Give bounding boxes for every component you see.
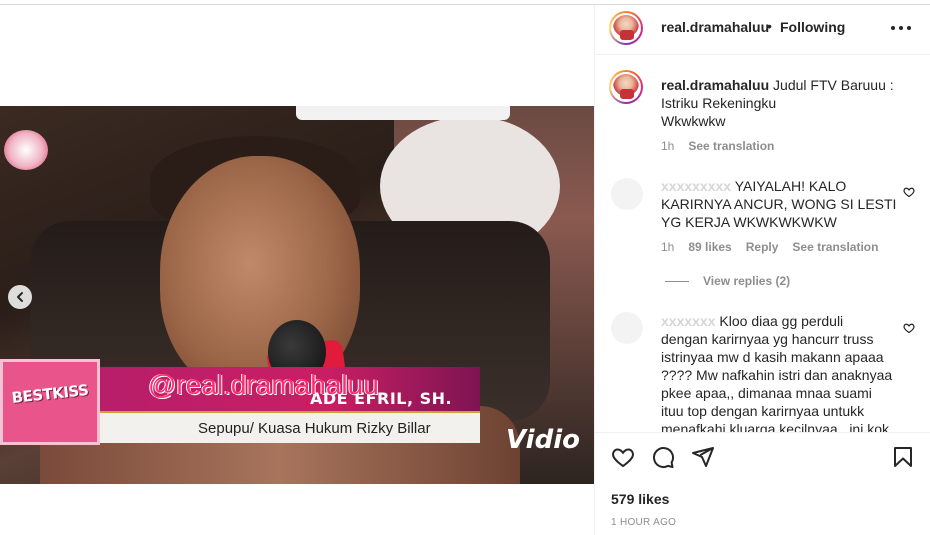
comment-text: xxxxxxx Kloo diaa gg perduli dengan kari…	[661, 312, 901, 432]
comment-avatar[interactable]	[611, 312, 643, 344]
comment-line-1: YAIYALAH! KALO	[734, 178, 847, 194]
caption-text: real.dramahaluu Judul FTV Baruuu : Istri…	[661, 76, 894, 130]
comment-meta: 1h 89 likes Reply See translation	[661, 240, 878, 254]
caption-line-3: Wkwkwkw	[661, 113, 726, 129]
video-frame[interactable]: BESTKISS ADE EFRIL, SH. Sepupu/ Kuasa Hu…	[0, 106, 594, 484]
heart-icon[interactable]	[611, 445, 635, 469]
person-title: Sepupu/ Kuasa Hukum Rizky Billar	[198, 420, 431, 437]
view-replies-button[interactable]: View replies (2)	[665, 274, 790, 288]
caption-meta: 1h See translation	[661, 139, 774, 153]
previous-button[interactable]	[8, 285, 32, 309]
comment-icon[interactable]	[651, 445, 675, 469]
chevron-left-icon	[17, 292, 23, 302]
comment-line-6: ituu top dengan karirnyaa untukk	[661, 403, 865, 419]
heart-icon[interactable]	[903, 186, 915, 198]
caption-time[interactable]: 1h	[661, 139, 674, 153]
username-link[interactable]: real.dramahaluu	[661, 19, 769, 35]
post-media: BESTKISS ADE EFRIL, SH. Sepupu/ Kuasa Hu…	[0, 5, 594, 535]
post-sidebar: real.dramahaluu • Following real.dramaha…	[594, 5, 930, 535]
share-icon[interactable]	[691, 445, 715, 469]
heart-icon[interactable]	[903, 322, 915, 334]
lower-third-divider	[100, 411, 480, 413]
comment-avatar[interactable]	[611, 178, 643, 210]
network-logo: Vidio	[506, 425, 580, 455]
comment-line-7: menafkahi kluarga kecilnyaa.. ini kok	[661, 421, 890, 432]
comment-username[interactable]: xxxxxxxxx	[661, 178, 731, 194]
more-options-button[interactable]	[891, 21, 911, 35]
following-button[interactable]: Following	[780, 19, 845, 35]
comment-line-2: KARIRNYA ANCUR, WONG SI LESTI	[661, 196, 897, 212]
comment-line-4: ???? Mw nafkahin istri dan anaknyaa	[661, 367, 893, 383]
comment-line-2: dengan karirnyaa yg hancurr truss	[661, 331, 874, 347]
comment-line-3: YG KERJA WKWKWKWKW	[661, 214, 837, 230]
see-translation-button[interactable]: See translation	[792, 240, 878, 254]
top-banner	[296, 106, 510, 120]
post-header: real.dramahaluu • Following	[595, 5, 930, 55]
reply-button[interactable]: Reply	[746, 240, 779, 254]
more-horizontal-icon	[891, 26, 895, 30]
post-actions: 579 likes 1 HOUR AGO	[595, 432, 930, 535]
comment-text: xxxxxxxxx YAIYALAH! KALO KARIRNYA ANCUR,…	[661, 177, 901, 231]
comment-time[interactable]: 1h	[661, 240, 674, 254]
comment-username[interactable]: xxxxxxx	[661, 313, 716, 329]
view-replies-label: View replies (2)	[703, 274, 791, 288]
comments-section[interactable]: real.dramahaluu Judul FTV Baruuu : Istri…	[595, 56, 930, 432]
caption-line-2: Istriku Rekeningku	[661, 95, 777, 111]
lower-third: BESTKISS ADE EFRIL, SH. Sepupu/ Kuasa Hu…	[0, 359, 594, 455]
avatar[interactable]	[609, 11, 643, 45]
likes-count[interactable]: 579 likes	[611, 491, 669, 507]
comment-line-3: istrinyaa mw d kasih makann apaaa	[661, 349, 884, 365]
watermark: @real.dramahaluu	[148, 369, 379, 400]
comment-line-1: Kloo diaa gg perduli	[719, 313, 844, 329]
post-time[interactable]: 1 HOUR AGO	[611, 517, 676, 528]
caption-line-1: Judul FTV Baruuu :	[773, 77, 894, 93]
separator-dot: •	[767, 18, 772, 34]
comment-line-5: pkee apaa,, dimanaa mnaa suami	[661, 385, 872, 401]
caption-username[interactable]: real.dramahaluu	[661, 77, 769, 93]
see-translation-button[interactable]: See translation	[688, 139, 774, 153]
replies-line	[665, 280, 689, 282]
post-dialog: BESTKISS ADE EFRIL, SH. Sepupu/ Kuasa Hu…	[0, 4, 930, 535]
caption-avatar[interactable]	[609, 70, 643, 104]
comment-likes[interactable]: 89 likes	[688, 240, 731, 254]
channel-logo	[4, 130, 48, 170]
bookmark-icon[interactable]	[891, 445, 915, 469]
